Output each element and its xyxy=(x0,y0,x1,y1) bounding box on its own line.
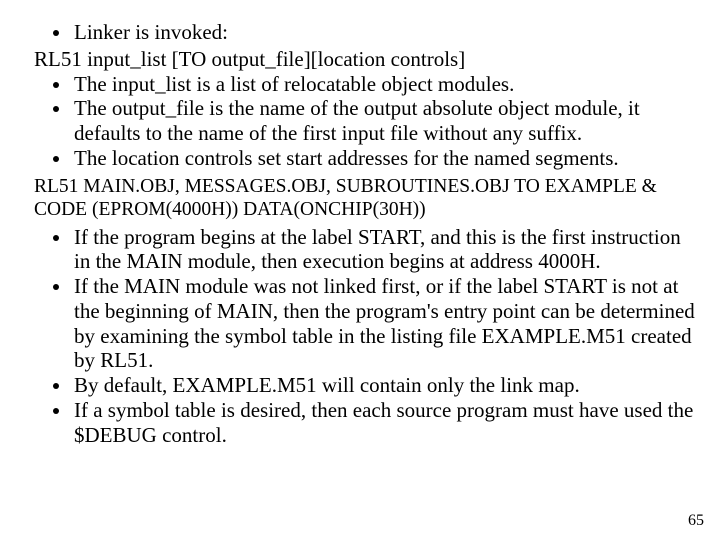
document-page: Linker is invoked: RL51 input_list [TO o… xyxy=(0,0,720,540)
bullet-item: If the MAIN module was not linked first,… xyxy=(72,274,700,373)
bullet-item: The output_file is the name of the outpu… xyxy=(72,96,700,146)
bullet-item: The input_list is a list of relocatable … xyxy=(72,72,700,97)
linker-invocation-syntax: RL51 input_list [TO output_file][locatio… xyxy=(34,47,700,72)
bullet-item: If a symbol table is desired, then each … xyxy=(72,398,700,448)
bullet-item: By default, EXAMPLE.M51 will contain onl… xyxy=(72,373,700,398)
bullet-list-b: If the program begins at the label START… xyxy=(20,225,700,448)
bullet-item: Linker is invoked: xyxy=(72,20,700,45)
bullet-list-a2: The input_list is a list of relocatable … xyxy=(20,72,700,171)
page-number: 65 xyxy=(688,512,704,530)
linker-example-command: RL51 MAIN.OBJ, MESSAGES.OBJ, SUBROUTINES… xyxy=(34,175,700,221)
bullet-item: If the program begins at the label START… xyxy=(72,225,700,275)
bullet-item: The location controls set start addresse… xyxy=(72,146,700,171)
bullet-list-a1: Linker is invoked: xyxy=(20,20,700,45)
